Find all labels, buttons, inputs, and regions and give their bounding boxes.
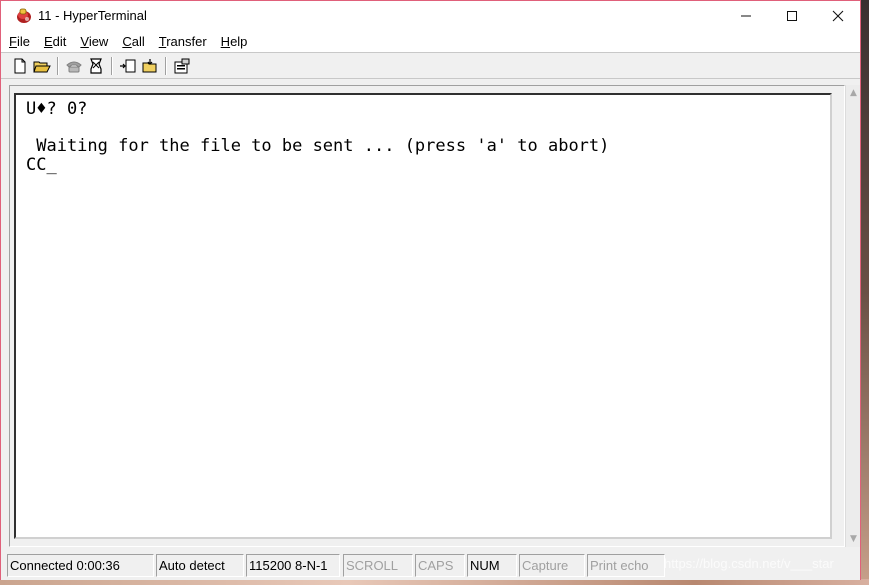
toolbar-separator: [111, 57, 113, 75]
menu-file[interactable]: File: [9, 34, 30, 49]
status-connection-time: Connected 0:00:36: [7, 554, 154, 577]
vertical-scrollbar[interactable]: ▲ ▼: [845, 85, 860, 547]
status-scroll: SCROLL: [343, 554, 413, 577]
toolbar-separator: [165, 57, 167, 75]
hyperterminal-window: 11 - HyperTerminal File Edit View Call T…: [0, 0, 861, 580]
scroll-down-arrow-icon[interactable]: ▼: [846, 531, 861, 546]
send-file-icon: [120, 59, 136, 73]
toolbar: [1, 52, 860, 79]
maximize-button[interactable]: [769, 1, 815, 31]
minimize-button[interactable]: [723, 1, 769, 31]
disconnect-button[interactable]: [64, 56, 84, 76]
open-button[interactable]: [32, 56, 52, 76]
new-connection-button[interactable]: [10, 56, 30, 76]
scroll-up-arrow-icon[interactable]: ▲: [846, 85, 861, 100]
disconnected-phone-icon: [66, 61, 82, 73]
menu-view-label: iew: [88, 34, 109, 49]
menu-file-label: ile: [16, 34, 30, 49]
terminal-line: CC_: [26, 155, 57, 175]
minimize-icon: [741, 15, 751, 17]
properties-icon: [174, 58, 190, 74]
menu-file-accel: F: [9, 34, 17, 49]
menu-transfer-label: ransfer: [166, 34, 207, 49]
open-folder-icon: [33, 61, 51, 73]
watermark-text: https://blog.csdn.net/v___star: [664, 556, 834, 571]
new-document-icon: [14, 58, 26, 74]
menu-call-accel: C: [122, 34, 132, 49]
menu-transfer[interactable]: Transfer: [159, 34, 207, 49]
desktop-background-right: [860, 0, 869, 585]
status-port-settings: 115200 8-N-1: [246, 554, 340, 577]
status-num: NUM: [467, 554, 517, 577]
menu-help-label: elp: [230, 34, 248, 49]
status-print-echo: Print echo: [587, 554, 665, 577]
menu-edit-accel: E: [43, 34, 53, 49]
menu-view[interactable]: View: [80, 34, 108, 49]
menu-edit-label: dit: [52, 34, 67, 49]
menu-edit[interactable]: Edit: [44, 34, 66, 49]
menu-help[interactable]: Help: [221, 34, 248, 49]
receive-file-icon: [142, 59, 157, 73]
menu-call[interactable]: Call: [122, 34, 144, 49]
properties-button[interactable]: [172, 56, 192, 76]
menu-view-accel: V: [80, 34, 89, 49]
close-icon: [832, 10, 844, 22]
menu-help-accel: H: [220, 34, 231, 49]
menu-bar: File Edit View Call Transfer Help: [1, 31, 860, 52]
toolbar-separator: [57, 57, 59, 75]
window-title: 11 - HyperTerminal: [38, 8, 147, 23]
status-caps: CAPS: [415, 554, 465, 577]
dial-icon: [90, 58, 102, 74]
call-button[interactable]: [86, 56, 106, 76]
status-capture: Capture: [519, 554, 585, 577]
hyperterminal-app-icon[interactable]: [15, 7, 33, 25]
terminal-line: Waiting for the file to be sent ... (pre…: [26, 136, 610, 156]
status-auto-detect: Auto detect: [156, 554, 244, 577]
terminal-screen[interactable]: U♦? 0? Waiting for the file to be sent .…: [14, 93, 832, 539]
title-bar[interactable]: 11 - HyperTerminal: [1, 1, 860, 31]
close-button[interactable]: [815, 1, 861, 31]
receive-button[interactable]: [140, 56, 160, 76]
menu-call-label: all: [131, 34, 145, 49]
maximize-icon: [787, 11, 797, 21]
send-button[interactable]: [118, 56, 138, 76]
terminal-line: U♦? 0?: [26, 99, 88, 119]
